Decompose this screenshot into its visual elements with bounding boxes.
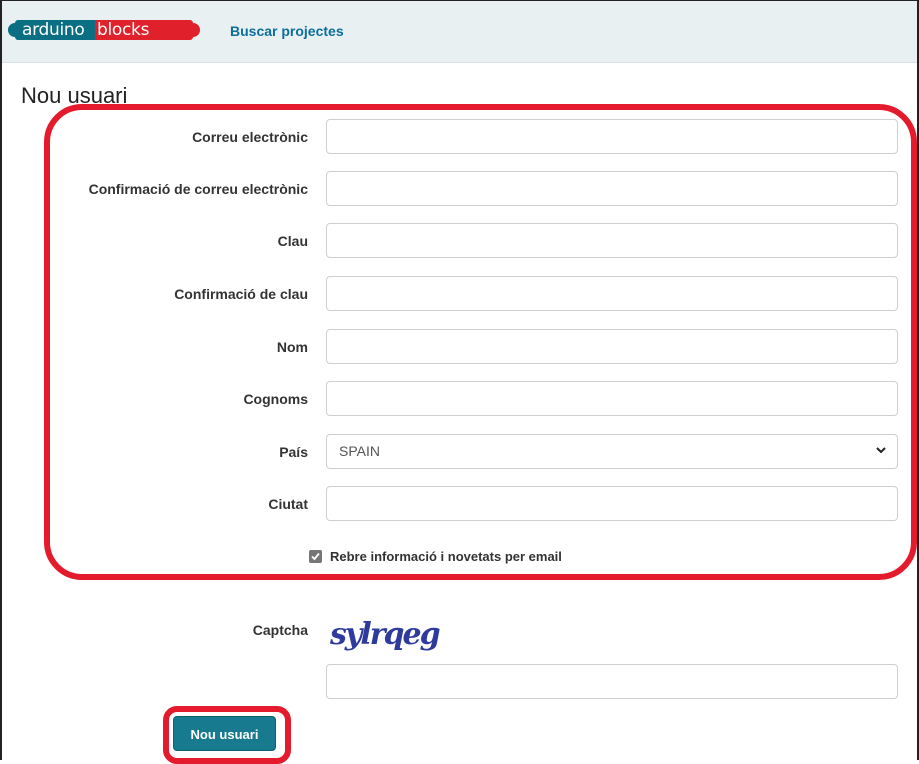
email-confirm-label: Confirmació de correu electrònic bbox=[88, 181, 308, 197]
newsletter-checkbox[interactable] bbox=[309, 550, 322, 563]
password-confirm-row: Confirmació de clau bbox=[0, 276, 919, 312]
checkmark-icon bbox=[311, 552, 320, 561]
name-field[interactable] bbox=[326, 329, 898, 364]
email-row: Correu electrònic bbox=[0, 119, 919, 155]
city-field[interactable] bbox=[326, 486, 898, 521]
navbar: arduino blocks Buscar projectes bbox=[2, 1, 917, 63]
page-title: Nou usuari bbox=[21, 83, 128, 108]
password-label: Clau bbox=[277, 233, 308, 249]
arduinoblocks-logo[interactable]: arduino blocks bbox=[8, 14, 200, 48]
password-field[interactable] bbox=[326, 223, 898, 258]
captcha-label: Captcha bbox=[252, 622, 308, 638]
password-confirm-field[interactable] bbox=[326, 276, 898, 311]
city-row: Ciutat bbox=[0, 486, 919, 522]
password-confirm-label: Confirmació de clau bbox=[174, 286, 308, 302]
email-confirm-row: Confirmació de correu electrònic bbox=[0, 171, 919, 207]
logo-text-blocks: blocks bbox=[95, 20, 200, 40]
logo-text-arduino: arduino bbox=[8, 20, 95, 40]
country-select[interactable]: SPAIN bbox=[326, 434, 898, 469]
name-label: Nom bbox=[276, 339, 308, 355]
email-label: Correu electrònic bbox=[192, 129, 308, 145]
country-label: País bbox=[279, 444, 308, 460]
city-label: Ciutat bbox=[268, 496, 308, 512]
chevron-down-icon bbox=[876, 447, 886, 454]
search-projects-link[interactable]: Buscar projectes bbox=[230, 23, 344, 39]
new-user-button[interactable]: Nou usuari bbox=[173, 716, 276, 751]
password-row: Clau bbox=[0, 223, 919, 259]
email-field[interactable] bbox=[326, 119, 898, 154]
captcha-image: sylrqeg bbox=[330, 617, 441, 652]
email-confirm-field[interactable] bbox=[326, 171, 898, 206]
surname-row: Cognoms bbox=[0, 381, 919, 417]
newsletter-label: Rebre informació i novetats per email bbox=[330, 549, 562, 564]
newsletter-row: Rebre informació i novetats per email bbox=[309, 548, 629, 566]
surname-label: Cognoms bbox=[243, 391, 308, 407]
captcha-input[interactable] bbox=[326, 664, 898, 699]
name-row: Nom bbox=[0, 329, 919, 365]
country-row: País SPAIN bbox=[0, 434, 919, 470]
surname-field[interactable] bbox=[326, 381, 898, 416]
country-selected-value: SPAIN bbox=[339, 443, 380, 459]
